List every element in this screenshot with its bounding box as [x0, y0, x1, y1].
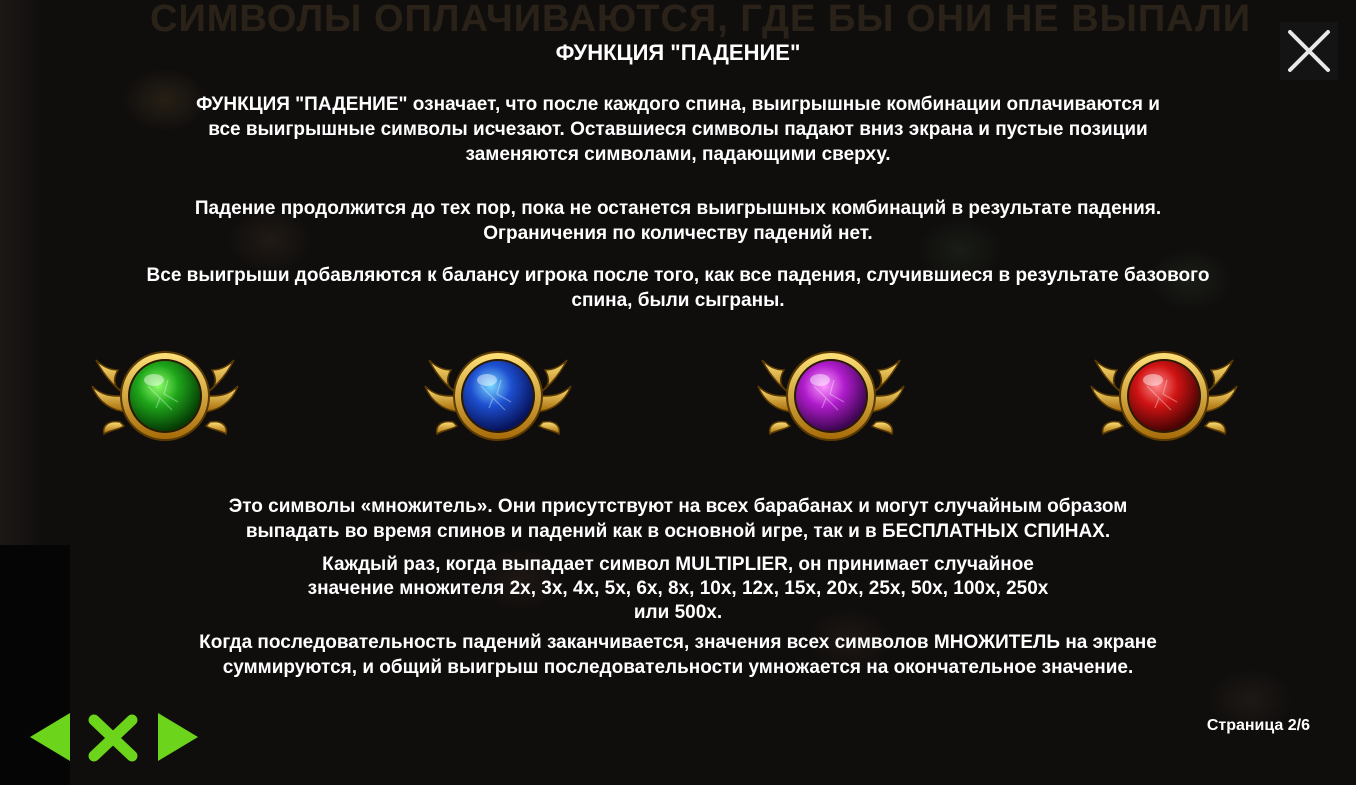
close-button[interactable] — [1280, 22, 1338, 80]
paragraph-line: Каждый раз, когда выпадает символ MULTIP… — [322, 554, 1034, 575]
paragraph-line: значение множителя 2х, 3х, 4х, 5х, 6х, 8… — [307, 578, 1049, 599]
background-headline: СИМВОЛЫ ОПЛАЧИВАЮТСЯ, ГДЕ БЫ ОНИ НЕ ВЫПА… — [150, 0, 1252, 40]
next-page-button[interactable] — [154, 711, 202, 763]
exit-paytable-button[interactable] — [86, 713, 140, 763]
paragraph-line: все выигрышные символы исчезают. Оставши… — [208, 119, 1148, 140]
paragraph-multiplier-sum: Когда последовательность падений заканчи… — [0, 630, 1356, 680]
arrow-left-icon — [30, 713, 70, 761]
paragraph-line: спина, были сыграны. — [571, 290, 785, 311]
multiplier-symbol-red — [1089, 346, 1239, 446]
orb-blue-icon — [424, 351, 572, 441]
orb-green-icon — [91, 351, 239, 441]
paragraph-line: Когда последовательность падений заканчи… — [199, 632, 1157, 653]
orb-red-icon — [1090, 351, 1238, 441]
paragraph-line: или 500х. — [633, 602, 723, 623]
paytable-navigation — [20, 705, 220, 775]
orb-purple-icon — [757, 351, 905, 441]
paragraph-tumble-continue: Падение продолжится до тех пор, пока не … — [0, 196, 1356, 246]
arrow-right-icon — [158, 713, 198, 761]
paragraph-line: ФУНКЦИЯ "ПАДЕНИЕ" означает, что после ка… — [196, 94, 1160, 115]
page-title: ФУНКЦИЯ "ПАДЕНИЕ" — [555, 40, 801, 65]
multiplier-symbol-blue — [423, 346, 573, 446]
close-icon — [1288, 30, 1330, 72]
multiplier-symbol-purple — [756, 346, 906, 446]
paragraph-line: выпадать во время спинов и падений как в… — [245, 521, 1111, 542]
paragraph-line: суммируются, и общий выигрыш последовате… — [222, 657, 1134, 678]
paragraph-tumble-intro: ФУНКЦИЯ "ПАДЕНИЕ" означает, что после ка… — [0, 92, 1356, 167]
previous-page-button[interactable] — [26, 711, 74, 763]
paragraph-line: Падение продолжится до тех пор, пока не … — [194, 198, 1162, 219]
paragraph-line: Все выигрыши добавляются к балансу игрок… — [146, 265, 1210, 286]
paragraph-line: заменяются символами, падающими сверху. — [465, 144, 891, 165]
paragraph-balance: Все выигрыши добавляются к балансу игрок… — [0, 263, 1356, 313]
paragraph-multiplier-values: Каждый раз, когда выпадает символ MULTIP… — [0, 553, 1356, 625]
paragraph-multiplier-intro: Это символы «множитель». Они присутствую… — [0, 494, 1356, 544]
paragraph-line: Это символы «множитель». Они присутствую… — [228, 496, 1128, 517]
paragraph-line: Ограничения по количеству падений нет. — [483, 223, 873, 244]
x-icon — [88, 714, 138, 762]
multiplier-symbol-green — [90, 346, 240, 446]
page-indicator: Страница 2/6 — [1206, 717, 1310, 734]
